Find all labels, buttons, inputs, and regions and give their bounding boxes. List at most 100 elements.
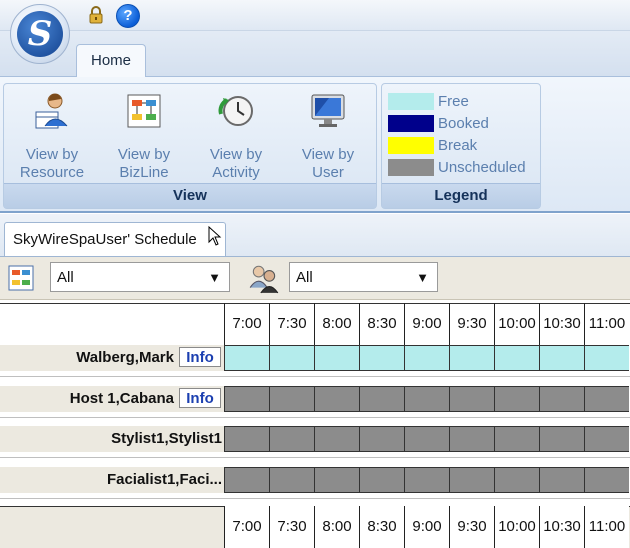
- time-slot[interactable]: [539, 426, 584, 452]
- app-logo: S: [17, 11, 63, 57]
- footer-time-cell: 7:00: [224, 506, 269, 548]
- time-slot[interactable]: [584, 345, 629, 371]
- resource-slot-row: [224, 386, 630, 412]
- user-select-value: All: [296, 269, 313, 286]
- resource-calendar-icon: [35, 93, 68, 129]
- legend-group-label: Legend: [382, 183, 540, 208]
- time-slot[interactable]: [404, 467, 449, 493]
- legend-booked-label: Booked: [438, 115, 489, 132]
- time-slot[interactable]: [584, 386, 629, 412]
- time-slot[interactable]: [314, 426, 359, 452]
- resource-row-label: Stylist1,Stylist1: [0, 426, 224, 452]
- time-slot[interactable]: [539, 467, 584, 493]
- time-slot[interactable]: [539, 345, 584, 371]
- time-slot[interactable]: [359, 467, 404, 493]
- resource-row-label: Facialist1,Faci...: [0, 467, 224, 493]
- resource-slot-row: [224, 467, 630, 493]
- footer-time-cell: 11:00: [584, 506, 629, 548]
- header-time-cell: 7:30: [269, 303, 314, 345]
- view-by-user-line2: User: [312, 164, 344, 181]
- time-slot[interactable]: [224, 345, 269, 371]
- footer-time-cell: 8:00: [314, 506, 359, 548]
- row-separator: [0, 376, 630, 377]
- time-slot[interactable]: [359, 426, 404, 452]
- help-icon[interactable]: ?: [116, 4, 140, 28]
- view-by-user-button[interactable]: View by User: [290, 88, 366, 184]
- time-slot[interactable]: [269, 386, 314, 412]
- time-slot[interactable]: [224, 426, 269, 452]
- info-button[interactable]: Info: [179, 388, 221, 408]
- time-slot[interactable]: [449, 467, 494, 493]
- time-slot[interactable]: [449, 345, 494, 371]
- view-by-bizline-line2: BizLine: [119, 164, 169, 181]
- resource-name: Facialist1,Faci...: [106, 471, 222, 488]
- resource-row-label: Host 1,Cabana Info: [0, 386, 224, 412]
- time-slot[interactable]: [269, 426, 314, 452]
- legend-free-label: Free: [438, 93, 469, 110]
- resource-row-label: Walberg,Mark Info: [0, 345, 224, 371]
- bizline-chart-icon: [127, 94, 161, 128]
- header-time-cell: 9:00: [404, 303, 449, 345]
- view-by-activity-button[interactable]: View by Activity: [198, 88, 274, 184]
- resource-slot-row: [224, 426, 630, 452]
- footer-time-cell: 9:30: [449, 506, 494, 548]
- footer-time-cell: 10:30: [539, 506, 584, 548]
- legend-booked-swatch: [388, 115, 434, 132]
- header-time-cell: 11:00: [584, 303, 629, 345]
- header-time-cell: 9:30: [449, 303, 494, 345]
- info-button[interactable]: Info: [179, 347, 221, 367]
- time-slot[interactable]: [224, 386, 269, 412]
- footer-time-cell: 9:00: [404, 506, 449, 548]
- view-group-label: View: [4, 183, 376, 208]
- tab-schedule[interactable]: SkyWireSpaUser' Schedule: [4, 222, 226, 256]
- time-slot[interactable]: [269, 345, 314, 371]
- footer-time-cell: 10:00: [494, 506, 539, 548]
- legend-free-swatch: [388, 93, 434, 110]
- resource-name: Walberg,Mark: [76, 349, 174, 366]
- view-by-resource-button[interactable]: View by Resource: [14, 88, 90, 184]
- footer-time-cell: 7:30: [269, 506, 314, 548]
- legend-break-swatch: [388, 137, 434, 154]
- time-slot[interactable]: [359, 345, 404, 371]
- time-slot[interactable]: [584, 426, 629, 452]
- time-slot[interactable]: [224, 467, 269, 493]
- app-menu-orb[interactable]: S: [10, 4, 70, 64]
- time-slot[interactable]: [404, 345, 449, 371]
- footer-time-cell: 8:30: [359, 506, 404, 548]
- view-group: View by Resource View by BizLine View by Ac…: [3, 83, 377, 209]
- bizline-select[interactable]: All ▼: [50, 262, 230, 292]
- time-slot[interactable]: [314, 386, 359, 412]
- bizline-select-value: All: [57, 269, 74, 286]
- time-slot[interactable]: [584, 467, 629, 493]
- tab-home[interactable]: Home: [76, 44, 146, 77]
- time-slot[interactable]: [494, 386, 539, 412]
- users-filter-icon: [249, 265, 279, 294]
- time-slot[interactable]: [449, 426, 494, 452]
- lock-icon[interactable]: [88, 6, 104, 24]
- view-by-activity-line1: View by: [209, 146, 263, 163]
- time-slot[interactable]: [404, 426, 449, 452]
- user-select[interactable]: All ▼: [289, 262, 438, 292]
- time-slot[interactable]: [449, 386, 494, 412]
- row-separator: [0, 498, 630, 499]
- time-slot[interactable]: [494, 426, 539, 452]
- time-slot[interactable]: [494, 345, 539, 371]
- user-monitor-icon: [311, 94, 345, 127]
- legend-group: Free Booked Break Unscheduled Legend: [381, 83, 541, 209]
- time-slot[interactable]: [539, 386, 584, 412]
- time-slot[interactable]: [269, 467, 314, 493]
- time-slot[interactable]: [359, 386, 404, 412]
- view-by-bizline-button[interactable]: View by BizLine: [106, 88, 182, 184]
- view-by-user-line1: View by: [301, 146, 355, 163]
- row-separator: [0, 417, 630, 418]
- resource-slot-row: [224, 345, 630, 371]
- time-slot[interactable]: [314, 467, 359, 493]
- bizline-filter-icon: [8, 265, 34, 291]
- time-slot[interactable]: [494, 467, 539, 493]
- view-by-resource-line1: View by: [25, 146, 79, 163]
- time-slot[interactable]: [404, 386, 449, 412]
- time-slot[interactable]: [314, 345, 359, 371]
- resource-name: Host 1,Cabana: [69, 390, 174, 407]
- legend-unscheduled-label: Unscheduled: [438, 159, 526, 176]
- header-time-cell: 10:00: [494, 303, 539, 345]
